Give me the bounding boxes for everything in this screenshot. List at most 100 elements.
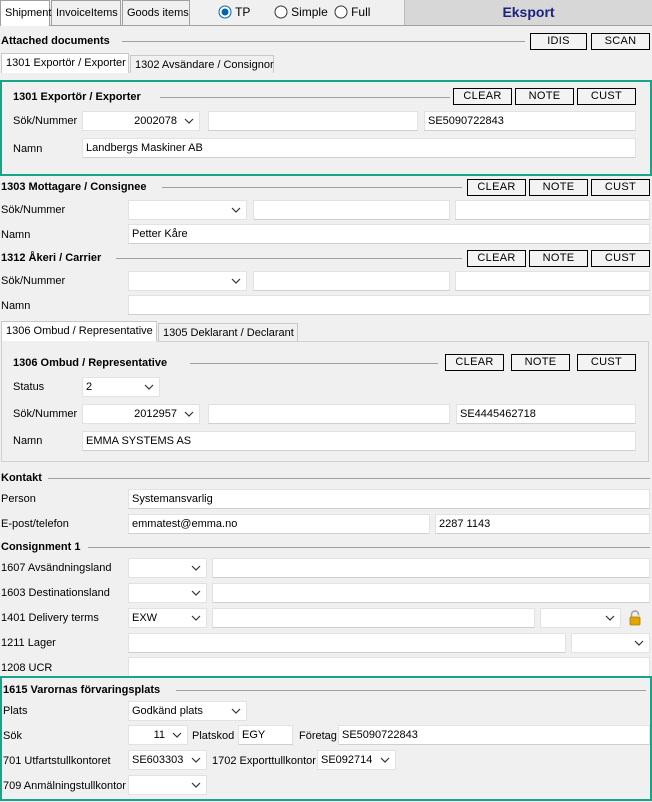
radio-label: Full bbox=[351, 5, 371, 19]
sok-label: Sök/Nummer bbox=[13, 115, 78, 127]
exporttullkontor-combo[interactable]: SE092714 bbox=[317, 750, 396, 770]
consignee-title: 1303 Mottagare / Consignee bbox=[1, 181, 147, 193]
carrier-sok-combo[interactable] bbox=[128, 271, 247, 291]
exporter-id-field[interactable]: SE5090722843 bbox=[424, 111, 636, 131]
exporter-cust-button[interactable]: CUST bbox=[577, 88, 636, 105]
tab-declarant[interactable]: 1305 Deklarant / Declarant bbox=[158, 323, 298, 341]
carrier-note-button[interactable]: NOTE bbox=[529, 250, 588, 267]
divider bbox=[190, 363, 438, 364]
button-label: CLEAR bbox=[477, 181, 516, 193]
button-label: SCAN bbox=[604, 35, 637, 47]
radio-simple[interactable]: Simple bbox=[274, 5, 328, 21]
plats-combo[interactable]: Godkänd plats bbox=[128, 701, 247, 721]
lager-field[interactable] bbox=[128, 633, 566, 653]
chevron-down-icon bbox=[605, 609, 615, 627]
consignee-cust-button[interactable]: CUST bbox=[591, 179, 650, 196]
plats-label: Plats bbox=[3, 705, 28, 717]
representative-note-button[interactable]: NOTE bbox=[511, 354, 570, 371]
chevron-down-icon bbox=[231, 702, 241, 720]
utfartstullkontoret-combo[interactable]: SE603303 bbox=[128, 750, 207, 770]
divider bbox=[176, 690, 646, 691]
radio-full[interactable]: Full bbox=[334, 5, 370, 21]
divider bbox=[116, 258, 462, 259]
delivery-terms-combo[interactable]: EXW bbox=[128, 608, 207, 628]
idis-button[interactable]: IDIS bbox=[530, 33, 587, 50]
representative-panel-top bbox=[157, 341, 649, 342]
exporter-namn-field[interactable]: Landbergs Maskiner AB bbox=[82, 138, 636, 158]
foretag-field[interactable]: SE5090722843 bbox=[338, 725, 650, 745]
tab-label: InvoiceItems bbox=[56, 7, 118, 19]
tab-shipment[interactable]: Shipment bbox=[0, 0, 52, 26]
representative-cust-button[interactable]: CUST bbox=[577, 354, 636, 371]
kontakt-phone-field[interactable]: 2287 1143 bbox=[435, 514, 650, 534]
anmalningstullkontor-combo[interactable] bbox=[128, 775, 207, 795]
chevron-down-icon bbox=[231, 201, 241, 219]
ucr-field[interactable] bbox=[128, 657, 650, 677]
tab-invoiceitems[interactable]: InvoiceItems bbox=[51, 0, 121, 25]
consignee-id-field[interactable] bbox=[455, 200, 650, 220]
sok-label: Sök/Nummer bbox=[1, 275, 66, 287]
combo-value: 2 bbox=[86, 381, 93, 393]
tab-representative[interactable]: 1306 Ombud / Representative bbox=[1, 321, 157, 341]
button-label: CLEAR bbox=[463, 90, 502, 102]
representative-middle-field[interactable] bbox=[208, 404, 450, 424]
consignee-sok-combo[interactable] bbox=[128, 200, 247, 220]
carrier-clear-button[interactable]: CLEAR bbox=[467, 250, 526, 267]
kontakt-person-field[interactable]: Systemansvarlig bbox=[128, 489, 650, 509]
radio-tp[interactable]: TP bbox=[218, 5, 250, 21]
destinationsland-combo[interactable] bbox=[128, 583, 207, 603]
exporter-sok-combo[interactable]: 2002078 bbox=[82, 111, 200, 131]
consignee-clear-button[interactable]: CLEAR bbox=[467, 179, 526, 196]
kontakt-email-field[interactable]: emmatest@emma.no bbox=[128, 514, 430, 534]
carrier-id-field[interactable] bbox=[455, 271, 650, 291]
chevron-down-icon bbox=[191, 751, 201, 769]
destinationsland-name-field[interactable] bbox=[212, 583, 650, 603]
exporter-clear-button[interactable]: CLEAR bbox=[453, 88, 512, 105]
tab-consignor[interactable]: 1302 Avsändare / Consignor bbox=[130, 55, 274, 73]
sok-label: Sök bbox=[3, 730, 22, 742]
exporter-note-button[interactable]: NOTE bbox=[515, 88, 574, 105]
representative-clear-button[interactable]: CLEAR bbox=[445, 354, 504, 371]
chevron-down-icon bbox=[184, 405, 194, 423]
representative-namn-field[interactable]: EMMA SYSTEMS AS bbox=[82, 431, 636, 451]
avsandningsland-name-field[interactable] bbox=[212, 558, 650, 578]
tab-label: 1302 Avsändare / Consignor bbox=[135, 59, 274, 71]
tab-label: Shipment bbox=[5, 7, 52, 19]
carrier-namn-field[interactable] bbox=[128, 295, 650, 315]
representative-id-field[interactable]: SE4445462718 bbox=[456, 404, 636, 424]
consignee-note-button[interactable]: NOTE bbox=[529, 179, 588, 196]
combo-value: Godkänd plats bbox=[132, 705, 203, 717]
carrier-middle-field[interactable] bbox=[253, 271, 450, 291]
delivery-extra-combo[interactable] bbox=[540, 608, 621, 628]
representative-sok-combo[interactable]: 2012957 bbox=[82, 404, 200, 424]
tab-label: 1301 Exportör / Exporter bbox=[6, 57, 126, 69]
consignee-namn-field[interactable]: Petter Kåre bbox=[128, 224, 650, 244]
scan-button[interactable]: SCAN bbox=[591, 33, 650, 50]
platskod-field[interactable]: EGY bbox=[238, 725, 293, 745]
consignee-middle-field[interactable] bbox=[253, 200, 450, 220]
delivery-place-field[interactable] bbox=[212, 608, 535, 628]
button-label: CLEAR bbox=[477, 252, 516, 264]
lock-icon[interactable] bbox=[628, 610, 642, 626]
lager-combo[interactable] bbox=[571, 633, 650, 653]
divider bbox=[162, 187, 462, 188]
sok-label: Sök/Nummer bbox=[1, 204, 66, 216]
chevron-down-icon bbox=[184, 112, 194, 130]
avsandningsland-combo[interactable] bbox=[128, 558, 207, 578]
chevron-down-icon bbox=[634, 634, 644, 652]
tab-exporter[interactable]: 1301 Exportör / Exporter bbox=[1, 53, 129, 73]
exporter-middle-field[interactable] bbox=[208, 111, 418, 131]
button-label: NOTE bbox=[542, 181, 575, 193]
button-label: CUST bbox=[590, 356, 623, 368]
representative-status-combo[interactable]: 2 bbox=[82, 377, 160, 397]
radio-label: Simple bbox=[291, 5, 328, 19]
storage-sok-combo[interactable]: 11 bbox=[128, 725, 188, 745]
tab-goods-items[interactable]: Goods items bbox=[122, 0, 190, 25]
button-label: CUST bbox=[604, 181, 637, 193]
utfartstullkontoret-label: 701 Utfartstullkontoret bbox=[3, 755, 111, 767]
tab-strip-line bbox=[0, 25, 652, 26]
carrier-cust-button[interactable]: CUST bbox=[591, 250, 650, 267]
chevron-down-icon bbox=[144, 378, 154, 396]
button-label: CLEAR bbox=[455, 356, 494, 368]
person-label: Person bbox=[1, 493, 36, 505]
